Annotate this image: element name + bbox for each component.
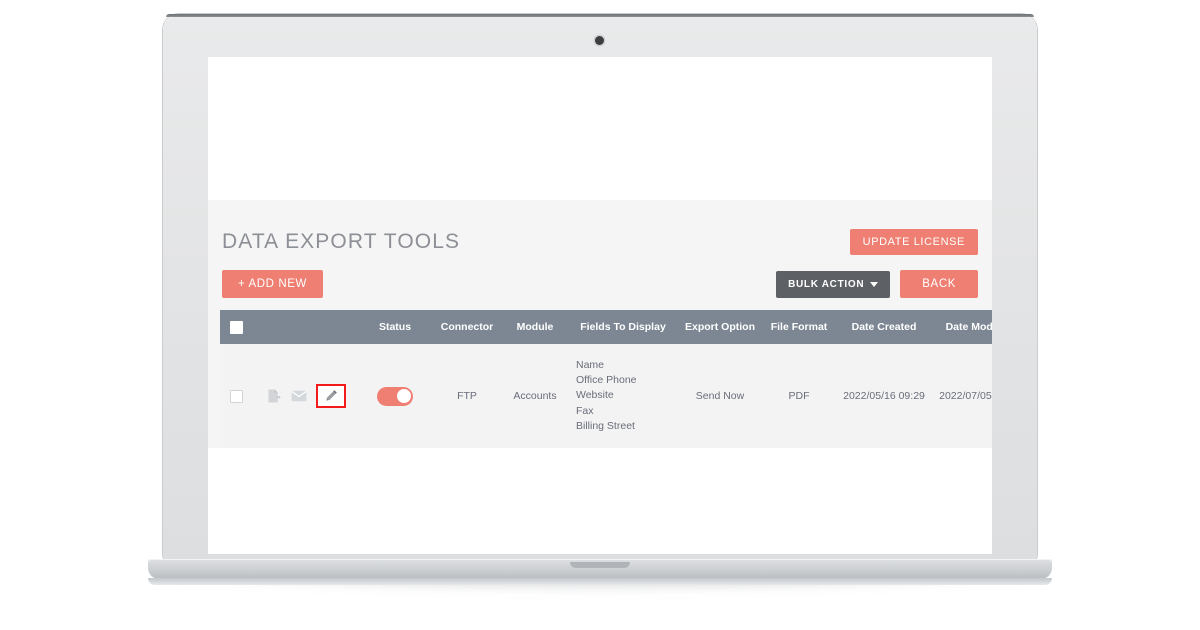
- row-select-cell: [220, 344, 254, 449]
- camera-dot-icon: [595, 36, 604, 45]
- laptop-lid-top-edge: [166, 14, 1034, 17]
- right-action-group: BULK ACTION BACK: [776, 270, 978, 298]
- bulk-action-button[interactable]: BULK ACTION: [776, 270, 891, 298]
- row-action-icons: [256, 384, 356, 409]
- row-date-created-cell: 2022/05/16 09:29: [836, 344, 932, 449]
- field-item: Name: [576, 359, 605, 371]
- column-header-file-format[interactable]: File Format: [762, 310, 836, 344]
- application-window: DATA EXPORT TOOLS UPDATE LICENSE + ADD N…: [208, 57, 992, 554]
- column-header-fields-to-display[interactable]: Fields To Display: [568, 310, 678, 344]
- table-row: FTP Accounts Name Office Phone Website F…: [220, 344, 992, 449]
- column-header-connector[interactable]: Connector: [432, 310, 502, 344]
- pencil-edit-icon[interactable]: [324, 389, 338, 403]
- app-blank-top-area: [208, 57, 992, 200]
- select-all-header: [220, 310, 254, 344]
- app-blank-bottom-area: [208, 448, 992, 554]
- edit-icon-highlight-box: [315, 384, 346, 409]
- data-export-table: Status Connector Module Fields To Displa…: [220, 310, 992, 449]
- table-body: FTP Accounts Name Office Phone Website F…: [220, 344, 992, 449]
- laptop-base-notch: [570, 562, 630, 568]
- back-button[interactable]: BACK: [900, 270, 978, 298]
- column-header-date-modified[interactable]: Date Modified: [932, 310, 992, 344]
- row-export-option-cell: Send Now: [678, 344, 762, 449]
- row-module-cell: Accounts: [502, 344, 568, 449]
- column-header-export-option[interactable]: Export Option: [678, 310, 762, 344]
- column-header-module[interactable]: Module: [502, 310, 568, 344]
- actions-header: [254, 310, 358, 344]
- table-header: Status Connector Module Fields To Displa…: [220, 310, 992, 344]
- laptop-base-lip: [148, 578, 1052, 585]
- bulk-action-label: BULK ACTION: [788, 278, 865, 290]
- add-new-button[interactable]: + ADD NEW: [222, 270, 323, 298]
- field-item: Website: [576, 389, 614, 402]
- row-file-format-cell: PDF: [762, 344, 836, 449]
- row-status-cell: [358, 344, 432, 449]
- screenshot-stage: DATA EXPORT TOOLS UPDATE LICENSE + ADD N…: [0, 0, 1200, 630]
- column-header-status[interactable]: Status: [358, 310, 432, 344]
- select-all-checkbox[interactable]: [230, 320, 243, 334]
- table-header-row: Status Connector Module Fields To Displa…: [220, 310, 992, 344]
- row-actions-cell: [254, 344, 358, 449]
- update-license-button[interactable]: UPDATE LICENSE: [849, 229, 978, 255]
- row-fields-to-display-cell: Name Office Phone Website Fax Billing St…: [568, 344, 678, 449]
- action-row: + ADD NEW BULK ACTION BACK: [220, 262, 980, 310]
- envelope-icon[interactable]: [291, 390, 307, 402]
- field-item: Billing Street: [576, 419, 635, 432]
- row-date-modified-cell: 2022/07/05 10:38: [932, 344, 992, 449]
- title-row: DATA EXPORT TOOLS UPDATE LICENSE: [220, 200, 980, 262]
- status-toggle-knob: [396, 389, 411, 404]
- app-content-body: DATA EXPORT TOOLS UPDATE LICENSE + ADD N…: [208, 200, 992, 449]
- row-select-checkbox[interactable]: [230, 389, 243, 403]
- field-item: Fax: [576, 404, 594, 417]
- status-toggle[interactable]: [377, 386, 413, 406]
- row-connector-cell: FTP: [432, 344, 502, 449]
- field-item: Office Phone: [576, 374, 637, 387]
- chevron-down-icon: [870, 281, 879, 287]
- laptop-screen: DATA EXPORT TOOLS UPDATE LICENSE + ADD N…: [208, 57, 992, 554]
- page-title: DATA EXPORT TOOLS: [222, 230, 461, 253]
- column-header-date-created[interactable]: Date Created: [836, 310, 932, 344]
- file-export-icon[interactable]: [267, 388, 282, 404]
